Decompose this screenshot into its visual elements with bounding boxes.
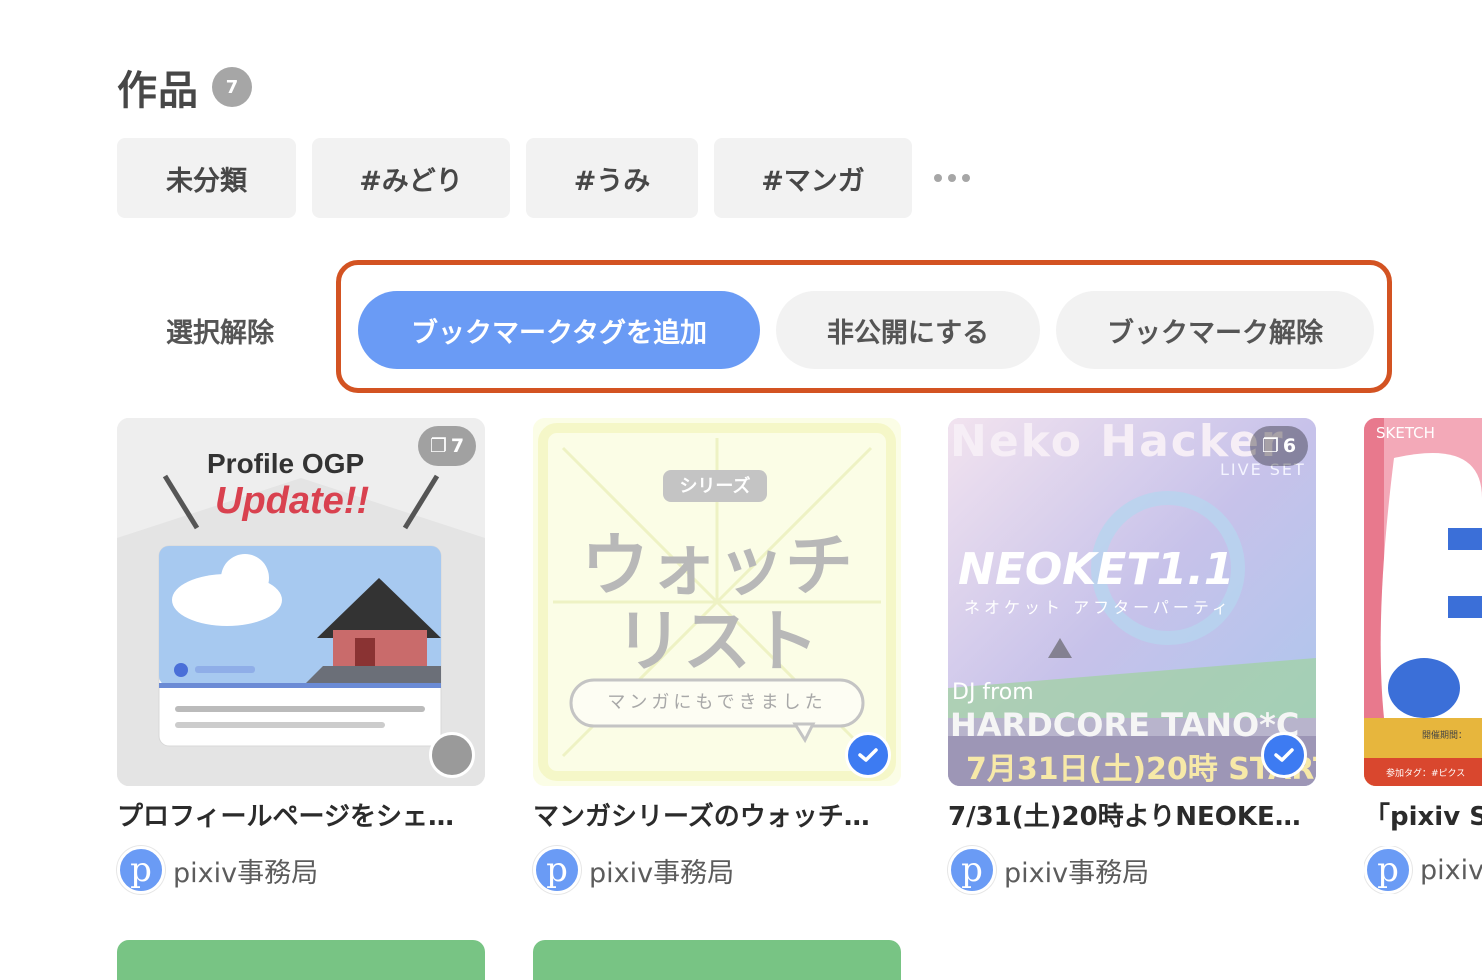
tag-umi[interactable]: #うみ: [526, 138, 698, 218]
tag-manga[interactable]: #マンガ: [714, 138, 912, 218]
author-name: pixiv: [1420, 854, 1482, 886]
author-link[interactable]: p pixiv: [1364, 846, 1482, 894]
author-name: pixiv事務局: [173, 857, 319, 889]
thumb-series-tag: シリーズ: [679, 476, 751, 497]
thumb-bubble-text: マンガにもできました: [607, 692, 827, 713]
more-tags-icon[interactable]: [928, 163, 976, 193]
work-thumbnail[interactable]: [533, 940, 901, 980]
thumb-small-text: 参加タグ：#ピクス: [1386, 769, 1466, 779]
pages-icon: ❐: [1261, 435, 1279, 457]
thumb-sketch-text: SKETCH: [1376, 424, 1435, 442]
tag-unclassified[interactable]: 未分類: [117, 138, 296, 218]
work-count-badge: 7: [212, 67, 252, 107]
check-icon: [858, 748, 878, 762]
thumb-small-text: 開催期間：: [1422, 731, 1468, 741]
section-title: 作品: [117, 68, 199, 114]
author-name: pixiv事務局: [589, 857, 735, 889]
remove-bookmark-button[interactable]: ブックマーク解除: [1056, 291, 1374, 369]
work-thumbnail[interactable]: Profile OGP Update!!: [117, 418, 485, 786]
author-link[interactable]: p pixiv事務局: [948, 846, 1149, 894]
work-title[interactable]: 「pixiv S: [1364, 796, 1482, 833]
thumb-text-line1: Profile OGP: [207, 448, 365, 479]
author-name: pixiv事務局: [1004, 857, 1150, 889]
page-count-badge: ❐ 6: [1250, 426, 1308, 466]
make-private-button[interactable]: 非公開にする: [776, 291, 1040, 369]
thumb-dj-text: DJ from: [952, 680, 1034, 705]
work-thumbnail[interactable]: シリーズ ウォッチ リスト マンガにもできました: [533, 418, 901, 786]
work-title[interactable]: 7/31(土)20時よりNEOKE…: [948, 796, 1316, 833]
thumb-hardcore-text: HARDCORE TANO*C: [950, 706, 1300, 744]
check-icon: [1274, 748, 1294, 762]
pages-icon: ❐: [429, 435, 447, 457]
author-avatar: p: [117, 846, 165, 894]
select-checkbox[interactable]: [429, 732, 475, 778]
deselect-button[interactable]: 選択解除: [160, 300, 280, 360]
thumb-main-text: NEOKET1.1: [958, 544, 1235, 595]
author-avatar: p: [533, 846, 581, 894]
author-avatar: p: [1364, 846, 1412, 894]
thumb-text-line2: Update!!: [215, 480, 370, 522]
author-link[interactable]: p pixiv事務局: [117, 846, 318, 894]
author-link[interactable]: p pixiv事務局: [533, 846, 734, 894]
work-title[interactable]: マンガシリーズのウォッチ…: [533, 796, 901, 833]
select-checkbox-checked[interactable]: [845, 732, 891, 778]
add-bookmark-tag-button[interactable]: ブックマークタグを追加: [358, 291, 760, 369]
tag-midori[interactable]: #みどり: [312, 138, 510, 218]
page-count-badge: ❐ 7: [418, 426, 476, 466]
work-thumbnail[interactable]: Neko Hacker LIVE SET NEOKET1.1 ネオケット アフタ…: [948, 418, 1316, 786]
select-checkbox-checked[interactable]: [1261, 732, 1307, 778]
author-avatar: p: [948, 846, 996, 894]
work-thumbnail[interactable]: SKETCH 開催期間： 参加タグ：#ピクス: [1364, 418, 1482, 786]
work-title[interactable]: プロフィールページをシェ…: [117, 796, 485, 833]
thumb-text-line2: リスト: [614, 603, 819, 682]
work-thumbnail[interactable]: [117, 940, 485, 980]
thumb-sub-text: ネオケット アフターパーティ: [964, 598, 1232, 617]
